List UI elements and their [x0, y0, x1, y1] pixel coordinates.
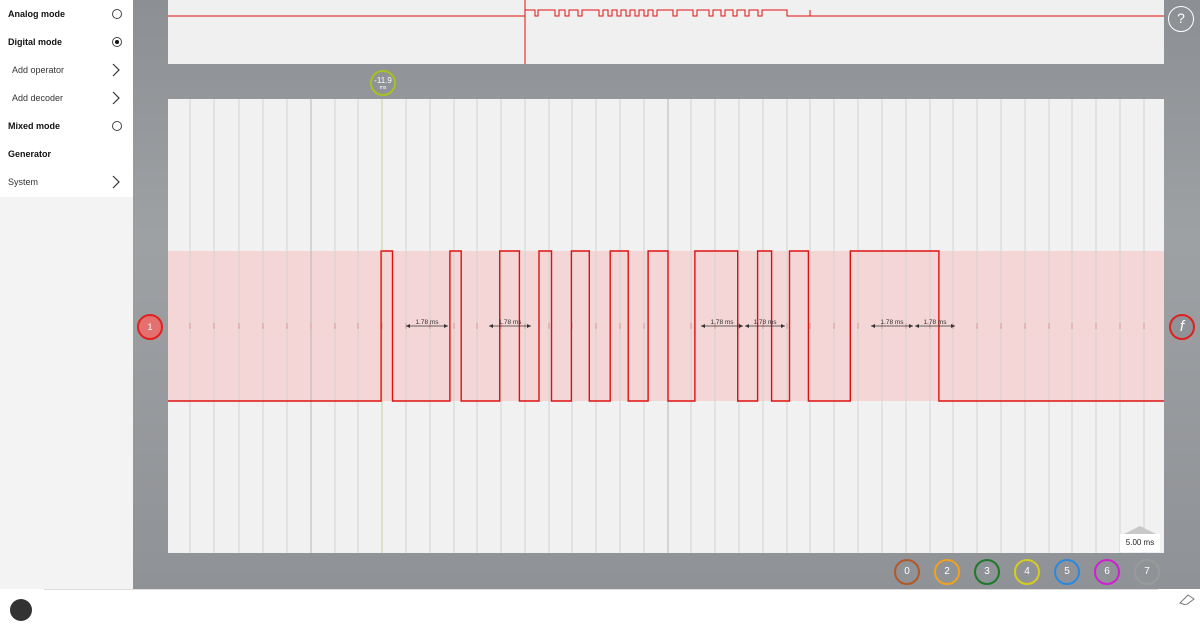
channel-button-0[interactable]: 0 — [894, 559, 920, 585]
sidebar-item-digital-mode[interactable]: Digital mode — [0, 28, 133, 56]
channel-1-level-marker[interactable]: 1 — [137, 314, 163, 340]
channel-button-3[interactable]: 3 — [974, 559, 1000, 585]
measurement-label: 1.78 ms — [923, 319, 947, 326]
bottom-bar — [0, 589, 1200, 631]
sidebar-item-add-decoder[interactable]: Add decoder — [0, 84, 133, 112]
trigger-button[interactable]: f — [1169, 314, 1195, 340]
overview-waveform — [168, 0, 1164, 64]
sidebar-item-label: Generator — [8, 149, 52, 159]
chevron-right-icon — [112, 91, 120, 105]
sidebar-item-label: Analog mode — [8, 9, 66, 19]
waveform-plot[interactable]: 1.78 ms 1.78 ms 1.78 ms 1.78 ms 1.78 ms 1.78 … — [168, 99, 1164, 553]
bottom-knob-icon[interactable] — [10, 599, 32, 621]
timebase-up-icon[interactable] — [1124, 526, 1156, 534]
channel-button-2[interactable]: 2 — [934, 559, 960, 585]
sidebar-item-label: Mixed mode — [8, 121, 61, 131]
time-cursor-handle[interactable]: -11.9 ms — [370, 70, 396, 96]
sidebar-item-label: System — [8, 177, 39, 187]
trigger-edge-icon: f — [1179, 318, 1185, 335]
timebase-readout[interactable]: 5.00 ms — [1120, 534, 1160, 552]
overview-strip[interactable] — [168, 0, 1164, 64]
channel-button-5[interactable]: 5 — [1054, 559, 1080, 585]
channel-button-7[interactable]: 7 — [1134, 559, 1160, 585]
measurement-label: 1.78 ms — [880, 319, 904, 326]
sidebar-item-system[interactable]: System — [0, 168, 133, 196]
sidebar-menu: Analog mode Digital mode Add operator Ad… — [0, 0, 133, 589]
sidebar-item-label: Add decoder — [12, 93, 64, 103]
measurement-label: 1.78 ms — [753, 319, 777, 326]
channel-label: 4 — [1024, 566, 1030, 577]
sidebar-item-mixed-mode[interactable]: Mixed mode — [0, 112, 133, 140]
channel-1-label: 1 — [147, 322, 153, 332]
sidebar-item-add-operator[interactable]: Add operator — [0, 56, 133, 84]
measurement-label: 1.78 ms — [415, 319, 439, 326]
sidebar-item-label: Digital mode — [8, 37, 63, 47]
waveform-canvas: 1.78 ms 1.78 ms 1.78 ms 1.78 ms 1.78 ms 1.78 … — [168, 99, 1164, 553]
sidebar-item-analog-mode[interactable]: Analog mode — [0, 0, 133, 28]
channel-label: 0 — [904, 566, 910, 577]
chevron-right-icon — [112, 63, 120, 77]
channel-label: 2 — [944, 566, 950, 577]
channel-label: 7 — [1144, 566, 1150, 577]
channel-button-6[interactable]: 6 — [1094, 559, 1120, 585]
channel-label: 3 — [984, 566, 990, 577]
analog-mode-radio[interactable] — [112, 9, 122, 19]
help-label: ? — [1177, 10, 1185, 26]
sidebar-item-label: Add operator — [12, 65, 65, 75]
oscilloscope-app: Analog mode Digital mode Add operator Ad… — [0, 0, 1200, 631]
signal-band — [168, 251, 1164, 401]
measurement-label: 1.78 ms — [710, 319, 734, 326]
sidebar-item-generator[interactable]: Generator — [0, 140, 133, 168]
eraser-icon[interactable] — [1176, 591, 1196, 605]
sidebar-empty-area — [0, 197, 133, 589]
channel-label: 6 — [1104, 566, 1110, 577]
channel-label: 5 — [1064, 566, 1070, 577]
digital-mode-radio[interactable] — [112, 37, 122, 47]
cursor-value: -11.9 — [374, 76, 392, 85]
measurement-label: 1.78 ms — [498, 319, 522, 326]
cursor-unit: ms — [379, 85, 387, 91]
mixed-mode-radio[interactable] — [112, 121, 122, 131]
bottom-strip — [44, 589, 1158, 631]
help-button[interactable]: ? — [1168, 6, 1194, 32]
chevron-right-icon — [112, 175, 120, 189]
channel-button-4[interactable]: 4 — [1014, 559, 1040, 585]
